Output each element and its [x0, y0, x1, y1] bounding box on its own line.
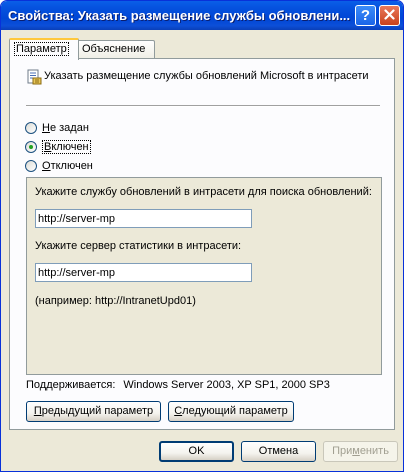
radio-checked-dot: [29, 145, 33, 149]
stats-server-label: Укажите сервер статистики в интрасети:: [35, 240, 242, 252]
title-bar[interactable]: Свойства: Указать размещение службы обно…: [1, 1, 403, 30]
supported-on: Поддерживается: Windows Server 2003, XP S…: [26, 379, 330, 391]
radio-enabled-label: Включен: [42, 140, 91, 154]
supported-label: Поддерживается:: [26, 379, 116, 391]
radio-disabled-label: Отключен: [42, 160, 93, 172]
close-button[interactable]: [379, 5, 400, 26]
stats-server-input[interactable]: [35, 263, 252, 282]
separator: [26, 105, 380, 107]
radio-not-configured-circle[interactable]: [25, 122, 37, 134]
policy-title: Указать размещение службы обновлений Mic…: [44, 70, 369, 82]
tab-setting-label: Параметр: [14, 42, 69, 56]
tab-panel-setting: Указать размещение службы обновлений Mic…: [9, 58, 395, 430]
tab-explain[interactable]: Объяснение: [77, 40, 155, 58]
tab-setting[interactable]: Параметр: [9, 38, 79, 60]
help-icon: ?: [360, 7, 371, 24]
tab-explain-label: Объяснение: [82, 43, 146, 55]
properties-dialog: Свойства: Указать размещение службы обно…: [0, 0, 404, 472]
close-icon: [384, 9, 395, 20]
update-service-label: Укажите службу обновлений в интрасети дл…: [35, 186, 372, 198]
next-setting-button[interactable]: Следующий параметр: [168, 401, 294, 422]
window-title: Свойства: Указать размещение службы обно…: [8, 8, 351, 23]
help-button[interactable]: ?: [355, 5, 376, 26]
radio-enabled-circle[interactable]: [25, 141, 37, 153]
radio-not-configured-label: Не задан: [42, 122, 89, 134]
ok-button[interactable]: OK: [159, 441, 234, 462]
radio-disabled-circle[interactable]: [25, 160, 37, 172]
supported-value: Windows Server 2003, XP SP1, 2000 SP3: [123, 379, 330, 391]
cancel-button[interactable]: Отмена: [241, 441, 316, 462]
options-group: Укажите службу обновлений в интрасети дл…: [26, 177, 382, 375]
example-text: (например: http://IntranetUpd01): [35, 295, 196, 307]
previous-setting-button[interactable]: Предыдущий параметр: [26, 401, 161, 422]
policy-setting-icon: [27, 69, 42, 85]
update-service-input[interactable]: [35, 209, 252, 228]
apply-button[interactable]: Применить: [323, 441, 398, 462]
